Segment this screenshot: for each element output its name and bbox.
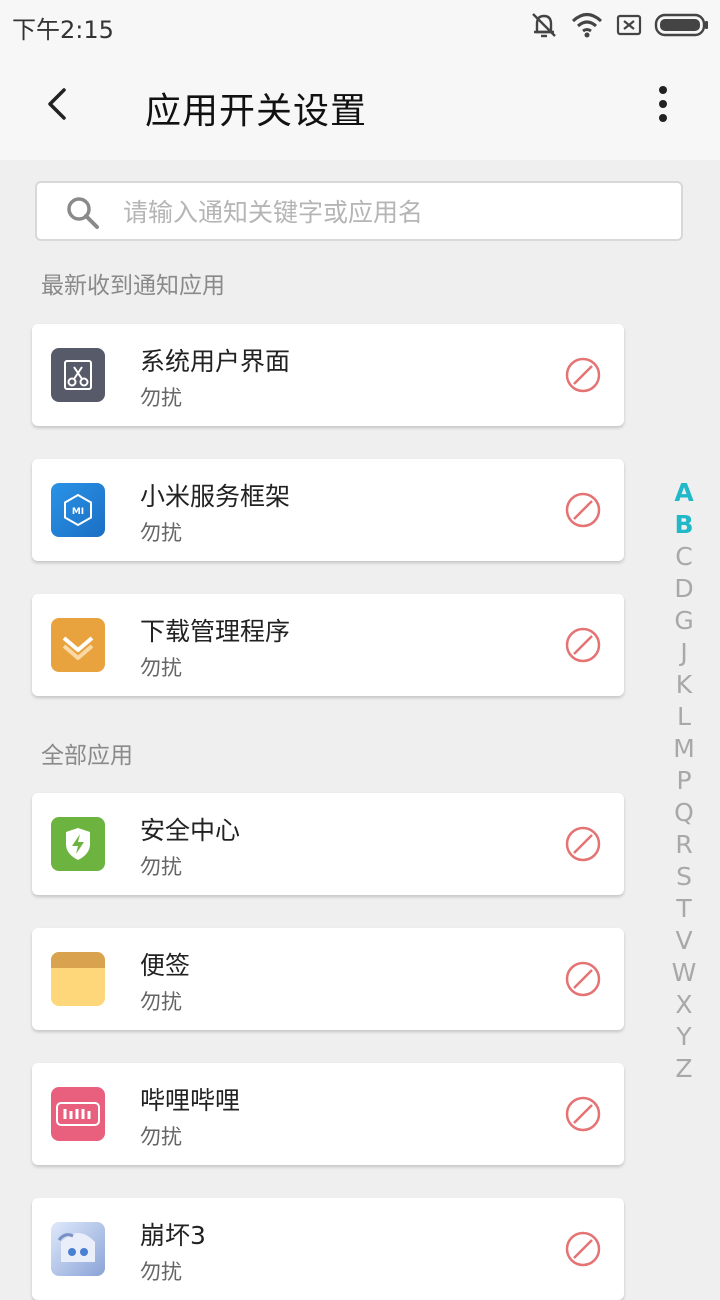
app-name: 下载管理程序: [140, 617, 291, 646]
app-status: 勿扰: [140, 521, 182, 545]
index-letter-v[interactable]: V: [666, 925, 702, 957]
do-not-disturb-icon[interactable]: [564, 356, 602, 394]
index-letter-s[interactable]: S: [666, 861, 702, 893]
do-not-disturb-icon[interactable]: [564, 825, 602, 863]
page-title: 应用开关设置: [145, 91, 368, 132]
app-status: 勿扰: [140, 386, 182, 410]
index-letter-k[interactable]: K: [666, 669, 702, 701]
app-name: 系统用户界面: [140, 347, 291, 376]
sim-off-icon: [616, 14, 642, 36]
app-name: 崩坏3: [140, 1221, 206, 1250]
svg-text:MI: MI: [72, 507, 84, 517]
index-letter-z[interactable]: Z: [666, 1053, 702, 1085]
do-not-disturb-icon[interactable]: [564, 491, 602, 529]
system-ui-icon: [51, 348, 105, 402]
app-status: 勿扰: [140, 1125, 182, 1149]
app-name: 哔哩哔哩: [140, 1086, 241, 1115]
index-letter-y[interactable]: Y: [666, 1021, 702, 1053]
app-card-notes[interactable]: 便签 勿扰: [32, 928, 624, 1030]
app-name: 便签: [140, 951, 191, 980]
search-input[interactable]: [121, 193, 665, 231]
app-card-download-manager[interactable]: 下载管理程序 勿扰: [32, 594, 624, 696]
search-icon: [67, 197, 99, 229]
app-status: 勿扰: [140, 656, 182, 680]
status-bar: 下午2:15: [0, 0, 720, 52]
index-letter-t[interactable]: T: [666, 893, 702, 925]
security-center-icon: [51, 817, 105, 871]
index-letter-w[interactable]: W: [666, 957, 702, 989]
app-status: 勿扰: [140, 855, 182, 879]
do-not-disturb-icon[interactable]: [564, 1095, 602, 1133]
index-letter-q[interactable]: Q: [666, 797, 702, 829]
index-letter-p[interactable]: P: [666, 765, 702, 797]
app-name: 小米服务框架: [140, 482, 291, 511]
index-letter-d[interactable]: D: [666, 573, 702, 605]
index-letter-x[interactable]: X: [666, 989, 702, 1021]
app-card-security-center[interactable]: 安全中心 勿扰: [32, 793, 624, 895]
mi-service-icon: MI: [51, 483, 105, 537]
do-not-disturb-icon[interactable]: [564, 626, 602, 664]
mute-icon: [532, 13, 556, 38]
index-letter-m[interactable]: M: [666, 733, 702, 765]
app-card-system-ui[interactable]: 系统用户界面 勿扰: [32, 324, 624, 426]
index-letter-r[interactable]: R: [666, 829, 702, 861]
do-not-disturb-icon[interactable]: [564, 960, 602, 998]
alphabet-index[interactable]: ABCDGJKLMPQRSTVWXYZ: [666, 477, 702, 1085]
status-time: 下午2:15: [12, 16, 114, 44]
index-letter-l[interactable]: L: [666, 701, 702, 733]
back-arrow-icon[interactable]: [36, 82, 80, 126]
bilibili-icon: [51, 1087, 105, 1141]
section-recent-label: 最新收到通知应用: [41, 273, 225, 299]
more-vertical-icon[interactable]: [648, 82, 678, 126]
app-card-mi-service[interactable]: MI 小米服务框架 勿扰: [32, 459, 624, 561]
app-card-honkai[interactable]: 崩坏3 勿扰: [32, 1198, 624, 1300]
index-letter-a[interactable]: A: [666, 477, 702, 509]
index-letter-g[interactable]: G: [666, 605, 702, 637]
index-letter-c[interactable]: C: [666, 541, 702, 573]
app-card-bilibili[interactable]: 哔哩哔哩 勿扰: [32, 1063, 624, 1165]
battery-icon: [654, 13, 708, 37]
download-manager-icon: [51, 618, 105, 672]
honkai-icon: [51, 1222, 105, 1276]
do-not-disturb-icon[interactable]: [564, 1230, 602, 1268]
index-letter-b[interactable]: B: [666, 509, 702, 541]
section-all-label: 全部应用: [41, 743, 133, 769]
app-status: 勿扰: [140, 990, 182, 1014]
wifi-icon: [571, 13, 603, 38]
app-bar: 应用开关设置: [0, 52, 720, 160]
notes-icon: [51, 952, 105, 1006]
index-letter-j[interactable]: J: [666, 637, 702, 669]
search-box[interactable]: [35, 181, 683, 241]
app-status: 勿扰: [140, 1260, 182, 1284]
app-name: 安全中心: [140, 816, 241, 845]
